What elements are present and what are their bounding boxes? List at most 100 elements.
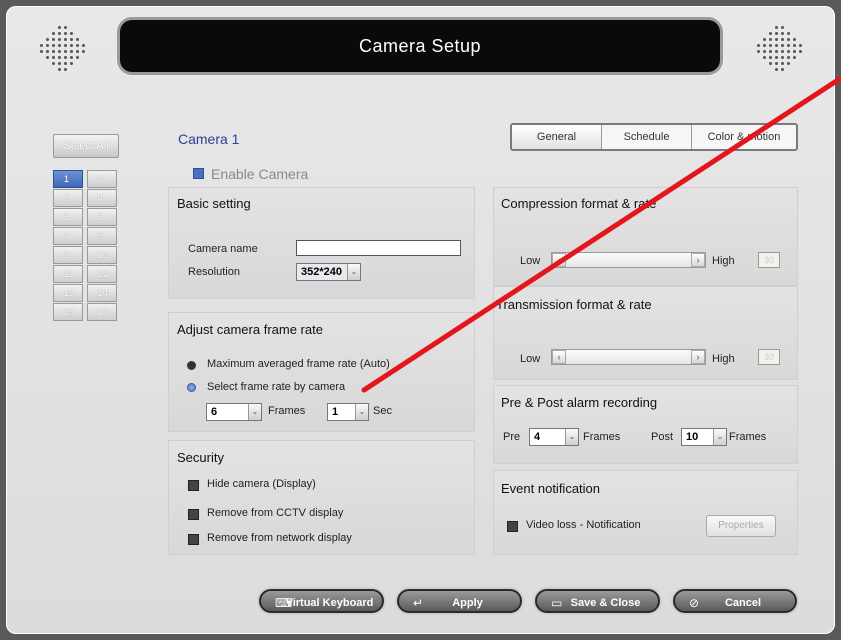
speaker-dot xyxy=(763,50,766,53)
video-loss-checkbox[interactable] xyxy=(507,521,518,532)
tab-general[interactable]: General xyxy=(512,125,602,149)
enable-camera-label: Enable Camera xyxy=(211,166,309,182)
channel-button-7[interactable]: 7 xyxy=(53,227,83,245)
prepost-section: Pre & Post alarm recording Pre 4 ⌄ Frame… xyxy=(493,385,798,464)
remove-cctv-label: Remove from CCTV display xyxy=(207,507,344,519)
radio-by-camera[interactable] xyxy=(187,383,196,392)
radio-auto[interactable] xyxy=(187,361,196,370)
compression-section: Compression format & rate Low ‹ › High 3… xyxy=(493,187,798,286)
pre-value: 4 xyxy=(534,431,541,443)
speaker-dot xyxy=(781,50,784,53)
transmission-value: 30 xyxy=(758,349,780,365)
speaker-dot xyxy=(775,32,778,35)
speaker-grille-right xyxy=(752,22,804,74)
speaker-dot xyxy=(64,62,67,65)
speaker-dot xyxy=(58,68,61,71)
frames-select[interactable]: 6 ⌄ xyxy=(206,403,262,421)
channel-button-6[interactable]: 6 xyxy=(87,208,117,226)
speaker-dot xyxy=(757,44,760,47)
channel-button-2[interactable]: 2 xyxy=(87,170,117,188)
properties-button[interactable]: Properties xyxy=(706,515,776,537)
channel-button-13[interactable]: 13 xyxy=(53,284,83,302)
speaker-dot xyxy=(64,26,67,29)
frame-rate-section: Adjust camera frame rate Maximum average… xyxy=(168,312,475,432)
transmission-high-label: High xyxy=(712,353,735,365)
channel-button-12[interactable]: 12 xyxy=(87,265,117,283)
cancel-label: Cancel xyxy=(724,597,762,609)
frames-value: 6 xyxy=(211,406,218,418)
channel-button-5[interactable]: 5 xyxy=(53,208,83,226)
channel-button-15[interactable]: 15 xyxy=(53,303,83,321)
resolution-select[interactable]: 352*240 ⌄ xyxy=(296,263,361,281)
speaker-dot xyxy=(763,56,766,59)
speaker-dot xyxy=(769,44,772,47)
tab-color-motion[interactable]: Color & motion xyxy=(692,125,796,149)
select-all-button[interactable]: Select All xyxy=(53,134,119,158)
channel-button-8[interactable]: 8 xyxy=(87,227,117,245)
speaker-dot xyxy=(781,68,784,71)
speaker-dot xyxy=(781,62,784,65)
camera-name-input[interactable] xyxy=(296,240,461,256)
speaker-dot xyxy=(775,62,778,65)
transmission-low-label: Low xyxy=(520,353,541,365)
speaker-dot xyxy=(52,44,55,47)
speaker-dot xyxy=(787,32,790,35)
speaker-dot xyxy=(793,56,796,59)
speaker-dot xyxy=(70,56,73,59)
camera-title: Camera 1 xyxy=(178,131,240,147)
enable-camera-checkbox[interactable]: Enable Camera xyxy=(193,166,308,182)
channel-button-3[interactable]: 3 xyxy=(53,189,83,207)
speaker-dot xyxy=(793,38,796,41)
chevron-left-icon[interactable]: ‹ xyxy=(552,253,566,267)
post-select[interactable]: 10 ⌄ xyxy=(681,428,727,446)
speaker-dot xyxy=(769,32,772,35)
speaker-dot xyxy=(781,32,784,35)
cancel-button[interactable]: ⊘ Cancel xyxy=(673,589,797,613)
transmission-title: Transmission format & rate xyxy=(496,297,652,312)
chevron-right-icon[interactable]: › xyxy=(691,350,705,364)
channel-button-1[interactable]: 1 xyxy=(53,170,83,188)
speaker-dot xyxy=(82,44,85,47)
remove-network-label: Remove from network display xyxy=(207,532,352,544)
keyboard-icon: ⌨ xyxy=(275,596,293,610)
channel-button-11[interactable]: 11 xyxy=(53,265,83,283)
tab-schedule[interactable]: Schedule xyxy=(602,125,692,149)
speaker-dot xyxy=(52,32,55,35)
channel-button-10[interactable]: 10 xyxy=(87,246,117,264)
apply-button[interactable]: ↵ Apply xyxy=(397,589,522,613)
speaker-dot xyxy=(64,38,67,41)
chevron-right-icon[interactable]: › xyxy=(691,253,705,267)
speaker-dot xyxy=(58,62,61,65)
compression-slider[interactable]: ‹ › xyxy=(551,252,706,268)
channel-button-4[interactable]: 4 xyxy=(87,189,117,207)
resolution-label: Resolution xyxy=(188,266,240,278)
chevron-left-icon[interactable]: ‹ xyxy=(552,350,566,364)
speaker-dot xyxy=(763,38,766,41)
channel-button-9[interactable]: 9 xyxy=(53,246,83,264)
sec-select[interactable]: 1 ⌄ xyxy=(327,403,369,421)
remove-cctv-checkbox[interactable] xyxy=(188,509,199,520)
channel-button-16[interactable]: 16 xyxy=(87,303,117,321)
speaker-dot xyxy=(757,50,760,53)
camera-name-label: Camera name xyxy=(188,243,258,255)
transmission-slider[interactable]: ‹ › xyxy=(551,349,706,365)
transmission-section: Transmission format & rate Low ‹ › High … xyxy=(493,286,798,380)
speaker-dot xyxy=(775,50,778,53)
frames-label: Frames xyxy=(268,405,306,417)
speaker-dot xyxy=(775,44,778,47)
speaker-dot xyxy=(787,62,790,65)
speaker-dot xyxy=(775,56,778,59)
save-close-button[interactable]: ▭ Save & Close xyxy=(535,589,660,613)
speaker-dot xyxy=(64,44,67,47)
hide-camera-checkbox[interactable] xyxy=(188,480,199,491)
pre-select[interactable]: 4 ⌄ xyxy=(529,428,579,446)
virtual-keyboard-button[interactable]: ⌨ Virtual Keyboard xyxy=(259,589,384,613)
apply-label: Apply xyxy=(452,597,483,609)
chevron-down-icon: ⌄ xyxy=(347,264,360,280)
speaker-dot xyxy=(52,38,55,41)
remove-network-checkbox[interactable] xyxy=(188,534,199,545)
radio-auto-label: Maximum averaged frame rate (Auto) xyxy=(207,358,390,370)
speaker-dot xyxy=(46,44,49,47)
channel-button-14[interactable]: 14 xyxy=(87,284,117,302)
speaker-dot xyxy=(58,38,61,41)
